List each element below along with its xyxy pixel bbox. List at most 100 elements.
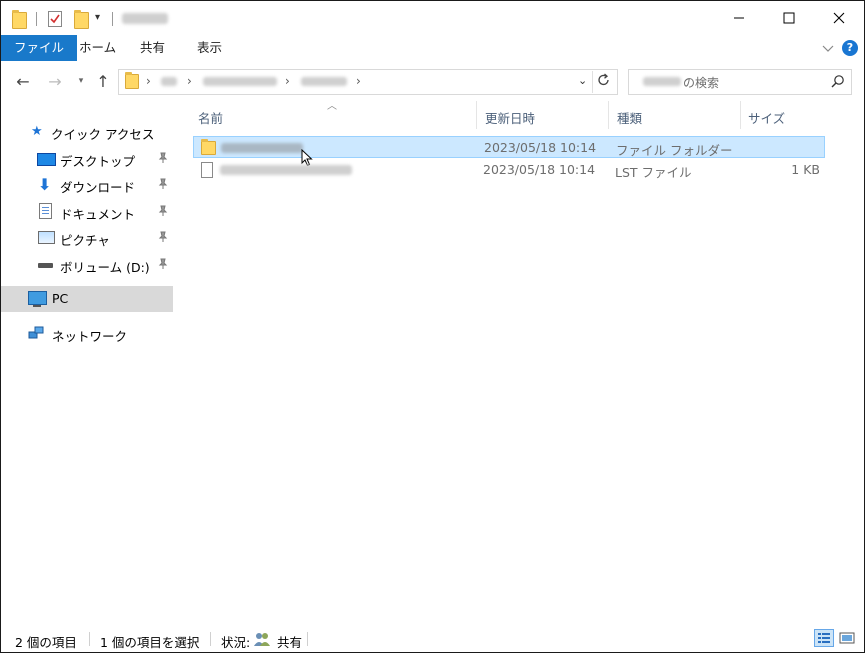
file-name-redacted[interactable] bbox=[220, 165, 352, 175]
computer-stand bbox=[33, 305, 41, 307]
nav-label: PC bbox=[52, 291, 69, 306]
status-separator bbox=[210, 632, 211, 646]
file-modified: 2023/05/18 10:14 bbox=[484, 140, 597, 155]
column-size[interactable]: サイズ bbox=[748, 108, 785, 127]
status-separator bbox=[307, 632, 308, 646]
breadcrumb-separator-icon[interactable]: › bbox=[146, 74, 151, 88]
column-type[interactable]: 種類 bbox=[617, 108, 642, 127]
tab-home[interactable]: ホーム bbox=[67, 35, 128, 61]
nav-label: ボリューム (D:) bbox=[60, 260, 150, 275]
minimize-button[interactable] bbox=[714, 1, 764, 35]
star-icon: ★ bbox=[31, 124, 43, 139]
properties-icon[interactable] bbox=[48, 11, 62, 27]
pin-icon[interactable] bbox=[158, 152, 168, 167]
breadcrumb-redacted[interactable] bbox=[301, 77, 347, 86]
nav-label: ダウンロード bbox=[60, 180, 136, 195]
close-button[interactable] bbox=[814, 1, 864, 35]
new-folder-icon[interactable] bbox=[74, 10, 89, 29]
search-placeholder: の検索 bbox=[683, 76, 720, 90]
nav-item-network[interactable]: ネットワーク bbox=[1, 321, 173, 347]
back-arrow-icon[interactable]: ← bbox=[13, 71, 33, 91]
nav-label: ドキュメント bbox=[60, 207, 136, 222]
nav-label: ネットワーク bbox=[52, 329, 128, 344]
nav-item-pc[interactable]: PC bbox=[1, 286, 173, 312]
folder-icon bbox=[12, 10, 27, 29]
file-size: 1 KB bbox=[791, 162, 820, 177]
nav-item-downloads[interactable]: ⬇ ダウンロード bbox=[1, 172, 173, 198]
file-icon bbox=[201, 162, 213, 178]
drive-icon bbox=[38, 263, 53, 268]
nav-item-volume-d[interactable]: ボリューム (D:) bbox=[1, 252, 173, 278]
address-dropdown-icon[interactable]: ⌄ bbox=[578, 74, 587, 87]
refresh-icon[interactable] bbox=[597, 72, 613, 90]
breadcrumb-redacted[interactable] bbox=[203, 77, 277, 86]
computer-icon bbox=[28, 291, 47, 305]
pin-icon[interactable] bbox=[158, 178, 168, 193]
sort-ascending-icon: ︿ bbox=[327, 101, 337, 112]
selection-count: 1 個の項目を選択 bbox=[100, 635, 200, 650]
tab-file[interactable]: ファイル bbox=[1, 35, 78, 61]
file-name-redacted[interactable] bbox=[221, 143, 303, 153]
search-scope-redacted bbox=[643, 77, 681, 86]
window-title-redacted bbox=[122, 13, 168, 24]
details-view-button[interactable] bbox=[814, 629, 834, 647]
nav-item-pictures[interactable]: ピクチャ bbox=[1, 225, 173, 251]
nav-item-documents[interactable]: ドキュメント bbox=[1, 199, 173, 225]
toolbar-separator bbox=[36, 12, 37, 26]
document-icon bbox=[39, 203, 52, 219]
title-bar: ▾ bbox=[1, 1, 864, 35]
pin-icon[interactable] bbox=[158, 258, 168, 273]
expand-ribbon-icon[interactable] bbox=[822, 42, 834, 56]
pin-icon[interactable] bbox=[158, 231, 168, 246]
column-divider[interactable] bbox=[476, 101, 477, 129]
search-input[interactable]: の検索 bbox=[628, 69, 852, 95]
address-row: ← → ▾ ↑ › › › › ⌄ の検索 bbox=[1, 61, 864, 101]
tab-share[interactable]: 共有 bbox=[128, 35, 177, 61]
help-icon[interactable]: ? bbox=[842, 40, 858, 56]
table-row[interactable]: 2023/05/18 10:14 ファイル フォルダー bbox=[193, 136, 825, 167]
recent-locations-icon[interactable]: ▾ bbox=[71, 71, 91, 91]
pictures-icon bbox=[38, 231, 55, 244]
explorer-window: ▾ ファイル ホーム 共有 表示 ? ← → ▾ ↑ › › › › ⌄ の検索… bbox=[0, 0, 865, 653]
desktop-icon bbox=[37, 153, 56, 166]
ribbon-tabs: ファイル ホーム 共有 表示 ? bbox=[1, 35, 864, 61]
table-row[interactable]: 2023/05/18 10:14 LST ファイル 1 KB bbox=[193, 159, 825, 181]
share-state-value: 共有 bbox=[277, 635, 303, 650]
nav-item-quick-access[interactable]: ★ クイック アクセス bbox=[1, 119, 173, 145]
customize-quick-access-icon[interactable]: ▾ bbox=[95, 12, 100, 23]
file-modified: 2023/05/18 10:14 bbox=[483, 162, 596, 177]
share-state-label: 状況: bbox=[221, 635, 251, 650]
column-modified[interactable]: 更新日時 bbox=[485, 108, 535, 127]
maximize-button[interactable] bbox=[764, 1, 814, 35]
network-icon bbox=[28, 326, 44, 339]
folder-icon bbox=[201, 139, 216, 155]
shared-users-icon bbox=[253, 631, 271, 647]
breadcrumb-separator-icon[interactable]: › bbox=[285, 74, 290, 88]
column-header: ︿ 名前 更新日時 種類 サイズ bbox=[179, 101, 864, 129]
status-separator bbox=[89, 632, 90, 646]
file-type: ファイル フォルダー bbox=[616, 143, 733, 158]
navigation-pane: ★ クイック アクセス デスクトップ ⬇ ダウンロード ドキュメント ピクチャ bbox=[1, 101, 173, 621]
folder-icon bbox=[125, 72, 139, 89]
breadcrumb-separator-icon[interactable]: › bbox=[187, 74, 192, 88]
large-icons-view-button[interactable] bbox=[837, 629, 857, 647]
up-arrow-icon[interactable]: ↑ bbox=[93, 71, 113, 91]
nav-label: ピクチャ bbox=[60, 233, 110, 248]
breadcrumb-separator-icon[interactable]: › bbox=[356, 74, 361, 88]
search-icon[interactable] bbox=[831, 74, 845, 91]
download-icon: ⬇ bbox=[38, 175, 52, 194]
forward-arrow-icon[interactable]: → bbox=[45, 71, 65, 91]
column-name[interactable]: 名前 bbox=[198, 108, 223, 127]
tab-view[interactable]: 表示 bbox=[185, 35, 234, 61]
address-separator bbox=[592, 71, 593, 93]
nav-label: クイック アクセス bbox=[51, 127, 155, 142]
nav-label: デスクトップ bbox=[60, 154, 136, 169]
column-divider[interactable] bbox=[740, 101, 741, 129]
address-bar[interactable]: › › › › ⌄ bbox=[118, 69, 618, 95]
column-divider[interactable] bbox=[608, 101, 609, 129]
breadcrumb-redacted[interactable] bbox=[161, 77, 177, 86]
item-count: 2 個の項目 bbox=[15, 635, 77, 650]
status-bar: 2 個の項目 1 個の項目を選択 状況: 共有 bbox=[1, 626, 864, 652]
pin-icon[interactable] bbox=[158, 205, 168, 220]
nav-item-desktop[interactable]: デスクトップ bbox=[1, 146, 173, 172]
